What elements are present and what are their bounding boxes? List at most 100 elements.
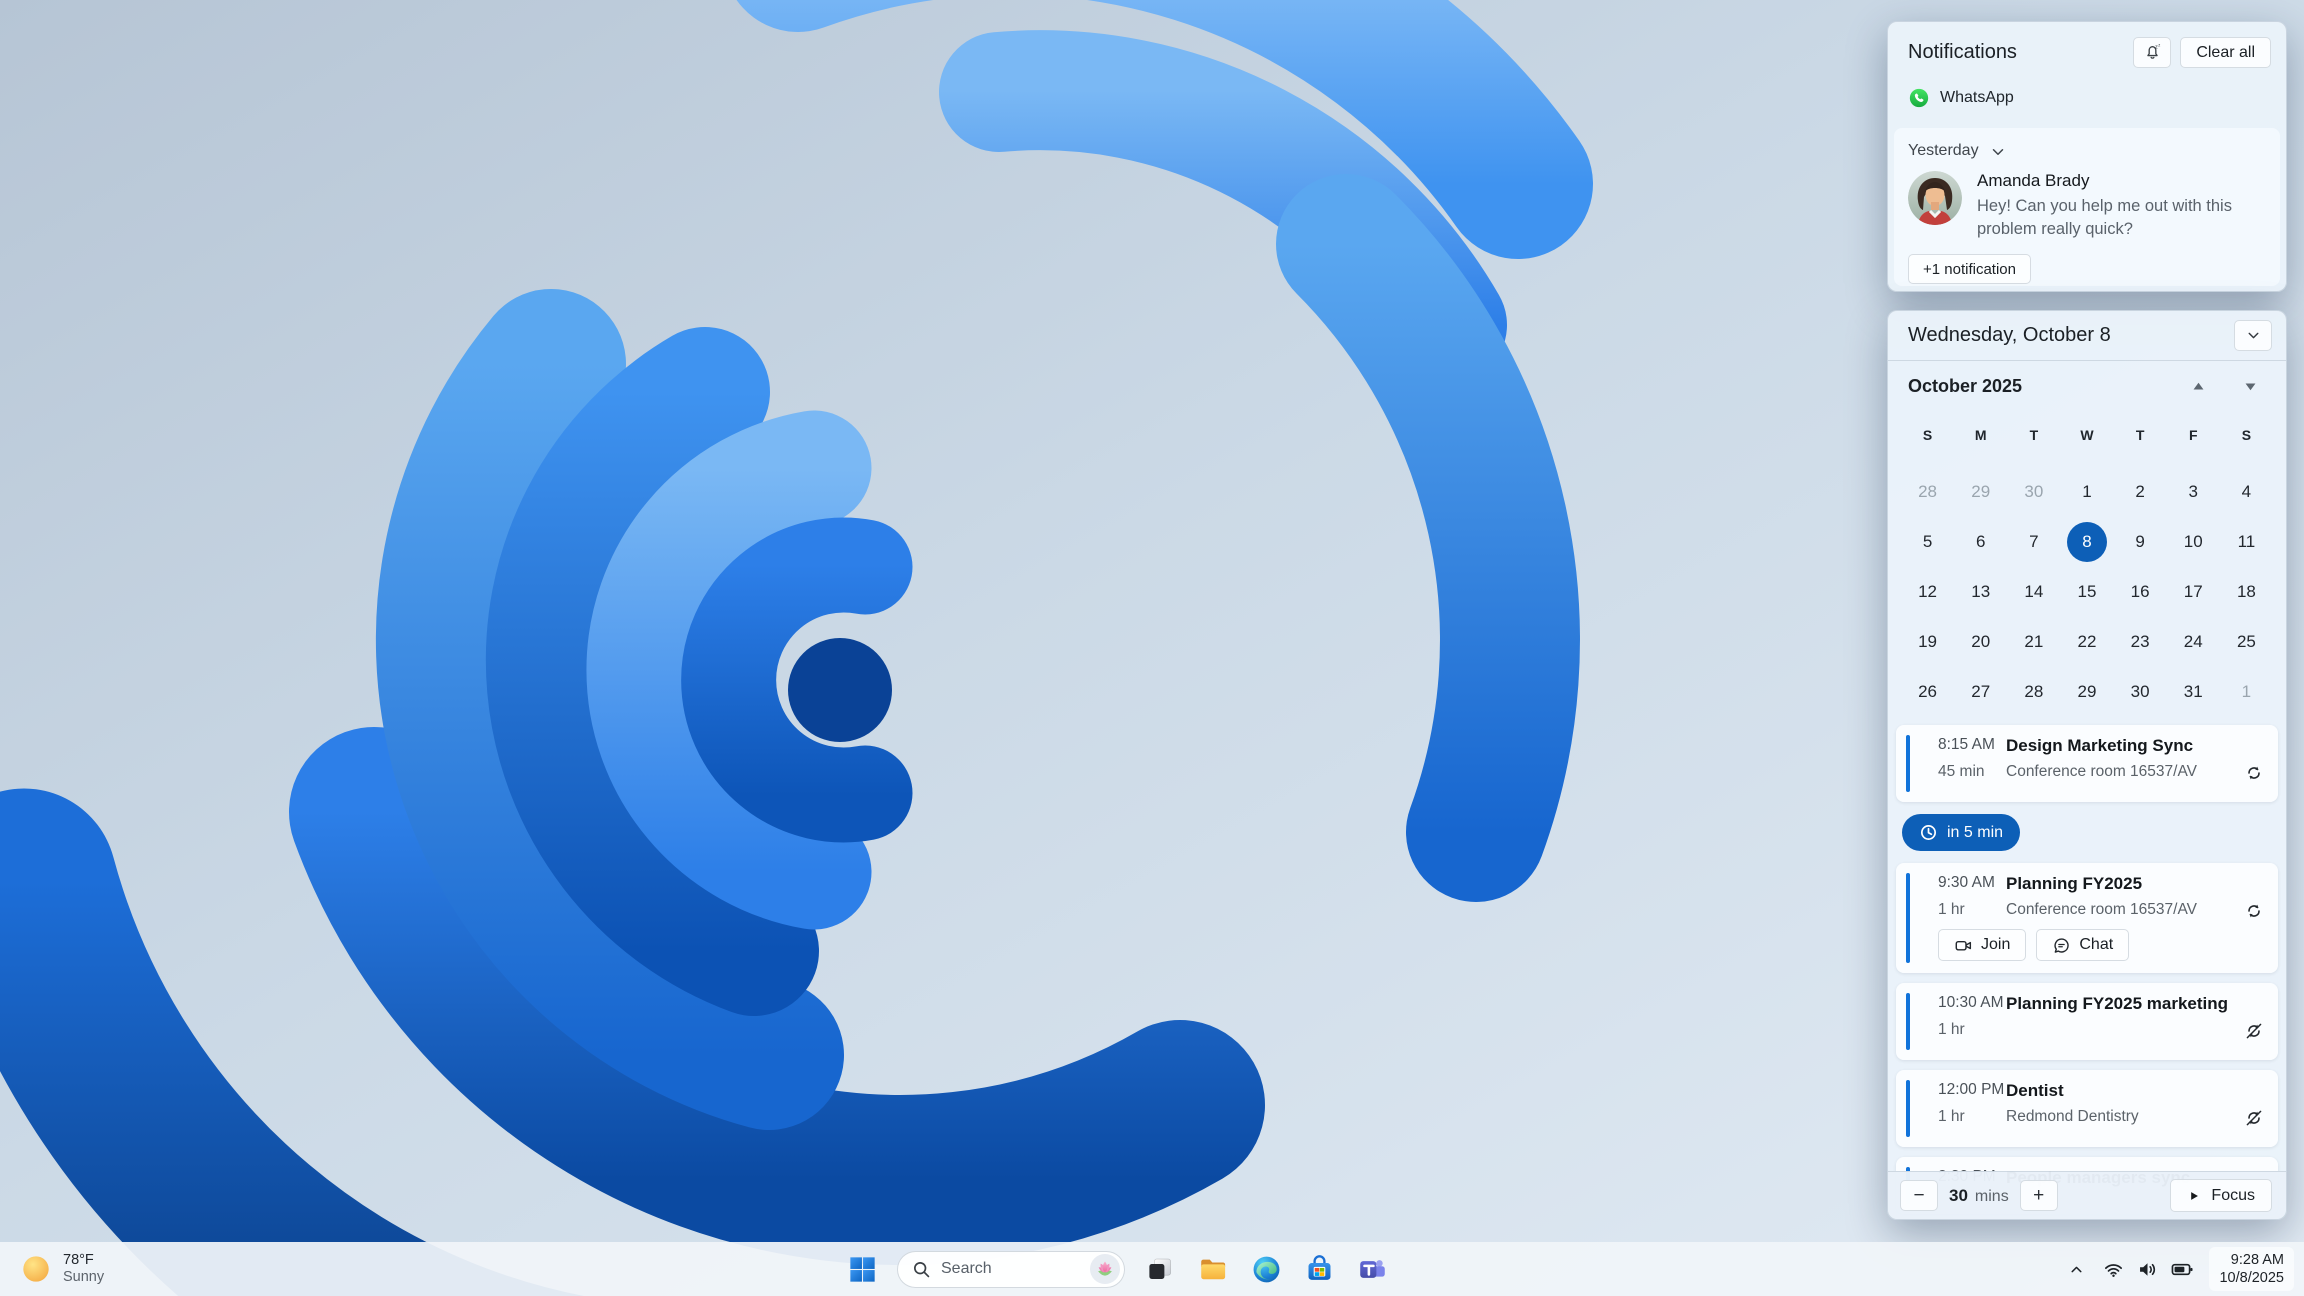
more-notifications-label: +1 notification [1923,260,2016,278]
calendar-day-26[interactable]: 26 [1908,672,1948,712]
calendar-day-20[interactable]: 20 [1961,622,2001,662]
calendar-day-29[interactable]: 29 [1961,472,2001,512]
clock-button[interactable]: 9:28 AM 10/8/2025 [2209,1247,2294,1291]
edge-button[interactable] [1248,1251,1284,1287]
triangle-up-icon [2189,377,2208,396]
calendar-day-15[interactable]: 15 [2067,572,2107,612]
increase-minutes-button[interactable]: + [2019,1180,2058,1211]
month-prev-button[interactable] [2186,374,2210,398]
event-accent-bar [1906,735,1910,792]
chevron-down-icon [2245,327,2262,344]
calendar-day-8[interactable]: 8 [2066,522,2107,562]
calendar-day-29[interactable]: 29 [2067,672,2107,712]
reminder-badge-label: in 5 min [1947,823,2004,841]
event-actions: Join Chat [1938,929,2264,961]
agenda-item[interactable]: 10:30 AM Planning FY2025 marketing 1 hr [1896,983,2278,1060]
calendar-day-11[interactable]: 11 [2226,522,2266,562]
calendar-day-22[interactable]: 22 [2067,622,2107,662]
calendar-day-3[interactable]: 3 [2173,472,2213,512]
calendar-day-6[interactable]: 6 [1961,522,2001,562]
focus-button[interactable]: Focus [2170,1179,2272,1212]
search-icon [912,1260,931,1279]
tray-expand-button[interactable] [2059,1253,2094,1286]
clear-all-label: Clear all [2196,43,2255,61]
calendar-day-19[interactable]: 19 [1908,622,1948,662]
file-explorer-button[interactable] [1195,1251,1231,1287]
calendar-day-25[interactable]: 25 [2226,622,2266,662]
calendar-day-31[interactable]: 31 [2173,672,2213,712]
calendar-day-30[interactable]: 30 [2014,472,2054,512]
taskbar-center: Search [844,1242,1390,1296]
calendar-day-21[interactable]: 21 [2014,622,2054,662]
notifications-title: Notifications [1908,41,2017,63]
calendar-day-headers: SMTWTFS [1888,411,2286,459]
clear-all-button[interactable]: Clear all [2180,37,2271,68]
task-view-button[interactable] [1142,1251,1178,1287]
agenda-item[interactable]: 8:15 AM Design Marketing Sync 45 min Con… [1896,725,2278,802]
calendar-panel: Wednesday, October 8 October 2025 S M T W T F… [1887,310,2287,1220]
calendar-day-28[interactable]: 28 [1908,472,1948,512]
calendar-collapse-button[interactable] [2234,320,2272,351]
whatsapp-icon [1909,88,1929,108]
calendar-day-5[interactable]: 5 [1908,522,1948,562]
agenda-item[interactable]: 12:00 PM Dentist 1 hr Redmond Dentistry [1896,1070,2278,1147]
teams-button[interactable] [1354,1251,1390,1287]
calendar-day-2[interactable]: 2 [2120,472,2160,512]
notifications-panel: Notifications z z Clear all WhatsApp Yes… [1887,21,2287,292]
calendar-day-12[interactable]: 12 [1908,572,1948,612]
decrease-minutes-button[interactable]: − [1900,1180,1938,1211]
camera-icon [1954,936,1973,955]
event-time: 9:30 AM [1938,874,1995,891]
event-location: Conference room 16537/AV [2006,763,2197,780]
event-time: 10:30 AM [1938,994,2004,1011]
tray-status-button[interactable] [2094,1250,2203,1289]
repeat-icon [2244,763,2264,783]
calendar-day-10[interactable]: 10 [2173,522,2213,562]
agenda-item[interactable]: 9:30 AM Planning FY2025 1 hr Conference … [1896,863,2278,973]
event-title: Planning FY2025 [2006,874,2143,893]
calendar-day-9[interactable]: 9 [2120,522,2160,562]
month-next-button[interactable] [2238,374,2262,398]
notification-group-card: Yesterday Amanda Brady Hey! Can you help… [1894,128,2280,286]
calendar-day-28[interactable]: 28 [2014,672,2054,712]
calendar-day-16[interactable]: 16 [2120,572,2160,612]
store-button[interactable] [1301,1251,1337,1287]
focus-duration: 30 mins [1949,1186,2009,1206]
search-input[interactable]: Search [897,1250,1125,1288]
chevron-down-icon[interactable] [1989,143,2007,161]
calendar-day-17[interactable]: 17 [2173,572,2213,612]
day-header: W [2080,427,2094,443]
start-button[interactable] [844,1251,880,1287]
taskbar: 78°F Sunny Search 9:28 AM 10/8/2025 [0,1242,2304,1296]
notification-sender: Amanda Brady [1977,171,2090,190]
calendar-day-1[interactable]: 1 [2226,672,2266,712]
event-duration: 1 hr [1938,1108,1965,1125]
day-header: M [1974,427,1987,443]
calendar-month-label: October 2025 [1908,375,2023,396]
calendar-day-7[interactable]: 7 [2014,522,2054,562]
calendar-day-14[interactable]: 14 [2014,572,2054,612]
calendar-day-4[interactable]: 4 [2226,472,2266,512]
calendar-grid: 28 29 30 1 2 3 4 5 6 7 8 9 10 11 12 13 14 15 16 17 18 19 20 21 2… [1888,459,2286,717]
notification-app-group[interactable]: WhatsApp [1908,87,2266,109]
calendar-day-24[interactable]: 24 [2173,622,2213,662]
search-highlight-button[interactable] [1090,1254,1120,1284]
calendar-day-1[interactable]: 1 [2067,472,2107,512]
event-duration: 45 min [1938,763,1985,780]
notification-item[interactable]: Amanda Brady Hey! Can you help me out wi… [1908,171,2266,241]
day-header: T [2029,427,2039,443]
calendar-day-30[interactable]: 30 [2120,672,2160,712]
calendar-day-13[interactable]: 13 [1961,572,2001,612]
calendar-day-27[interactable]: 27 [1961,672,2001,712]
notification-app-name: WhatsApp [1940,89,2014,106]
focus-duration-value: 30 [1949,1185,1968,1205]
system-tray: 9:28 AM 10/8/2025 [2059,1242,2300,1296]
more-notifications-button[interactable]: +1 notification [1908,254,2031,284]
join-button[interactable]: Join [1938,929,2027,961]
chat-icon [2052,936,2071,955]
chat-button[interactable]: Chat [2036,929,2130,961]
widgets-weather-button[interactable]: 78°F Sunny [8,1246,116,1292]
calendar-day-18[interactable]: 18 [2226,572,2266,612]
calendar-day-23[interactable]: 23 [2120,622,2160,662]
do-not-disturb-button[interactable]: z z [2133,37,2172,68]
